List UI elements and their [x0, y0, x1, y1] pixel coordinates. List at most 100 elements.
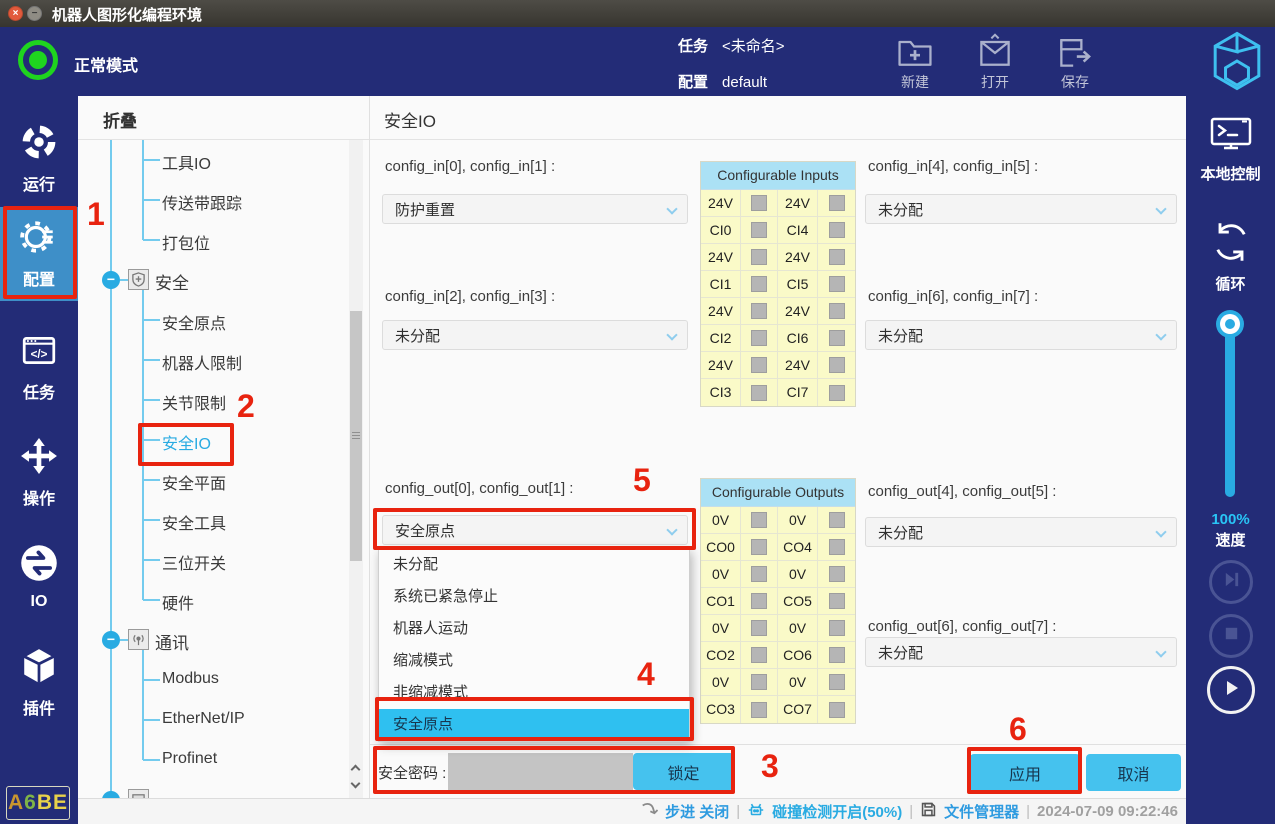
mode-status-icon: [18, 40, 58, 80]
new-task-button[interactable]: 新建: [883, 31, 947, 93]
config-in-67-dropdown[interactable]: 未分配: [865, 320, 1177, 350]
dropdown-option[interactable]: 安全原点: [379, 709, 689, 741]
io-state-button[interactable]: [751, 276, 767, 292]
config-in-01-dropdown[interactable]: 防护重置: [382, 194, 688, 224]
io-state-button[interactable]: [829, 276, 845, 292]
io-state-button[interactable]: [829, 593, 845, 609]
io-state-button[interactable]: [829, 674, 845, 690]
io-state-button[interactable]: [751, 385, 767, 401]
scrollbar-thumb[interactable]: [350, 311, 362, 561]
tree-item[interactable]: EtherNet/IP: [78, 700, 369, 740]
save-button[interactable]: 保存: [1043, 31, 1107, 93]
collapse-toggle-icon[interactable]: −: [102, 271, 120, 289]
io-state-button[interactable]: [751, 222, 767, 238]
tree-item[interactable]: 打包位: [78, 220, 369, 260]
io-state-button[interactable]: [829, 702, 845, 718]
local-control-button[interactable]: 本地控制: [1186, 116, 1275, 184]
tree-item[interactable]: 机器人限制: [78, 340, 369, 380]
password-input[interactable]: [448, 753, 633, 790]
io-state-button[interactable]: [751, 512, 767, 528]
io-state-button[interactable]: [751, 620, 767, 636]
tree-item-active[interactable]: 安全IO: [78, 420, 369, 460]
scrollbar-arrows[interactable]: [349, 760, 363, 796]
io-pin-label: 0V: [701, 561, 741, 587]
scroll-down-icon[interactable]: [351, 779, 361, 789]
sidebar-item-io[interactable]: IO: [0, 530, 78, 624]
sidebar-item-config[interactable]: 配置: [0, 207, 78, 301]
stop-button[interactable]: [1209, 614, 1253, 658]
io-pin-label: CO0: [701, 534, 741, 560]
io-state-button[interactable]: [829, 647, 845, 663]
dropdown-option[interactable]: 未分配: [379, 549, 689, 581]
io-state-button[interactable]: [829, 566, 845, 582]
tree-item[interactable]: −安全: [78, 260, 369, 300]
tree-item[interactable]: 工具IO: [78, 140, 369, 180]
io-state-button[interactable]: [751, 539, 767, 555]
io-state-button[interactable]: [829, 330, 845, 346]
io-state-button[interactable]: [829, 620, 845, 636]
sidebar-item-run[interactable]: 运行: [0, 112, 78, 206]
config-out-67-dropdown[interactable]: 未分配: [865, 637, 1177, 667]
dropdown-option[interactable]: 非缩减模式: [379, 677, 689, 709]
io-state-button[interactable]: [751, 195, 767, 211]
minimize-icon[interactable]: −: [27, 6, 42, 21]
file-manager-button[interactable]: 文件管理器: [944, 801, 1019, 822]
io-state-button[interactable]: [751, 593, 767, 609]
sidebar-item-plugin[interactable]: 插件: [0, 636, 78, 730]
apply-button[interactable]: 应用: [970, 754, 1080, 791]
io-state-button[interactable]: [751, 357, 767, 373]
speed-slider-handle[interactable]: [1216, 310, 1244, 338]
tree-item[interactable]: 硬件: [78, 580, 369, 620]
collapse-all-button[interactable]: 折叠: [103, 107, 137, 132]
collapse-toggle-icon[interactable]: −: [102, 791, 120, 798]
tree-item[interactable]: −: [78, 780, 369, 798]
skip-to-end-button[interactable]: [1209, 560, 1253, 604]
collapse-toggle-icon[interactable]: −: [102, 631, 120, 649]
tree-item[interactable]: 安全原点: [78, 300, 369, 340]
dropdown-option[interactable]: 机器人运动: [379, 613, 689, 645]
io-state-button[interactable]: [829, 303, 845, 319]
speed-slider-track[interactable]: [1225, 324, 1235, 497]
io-state-button[interactable]: [751, 702, 767, 718]
loop-button[interactable]: 循环: [1186, 220, 1275, 294]
io-state-button[interactable]: [829, 222, 845, 238]
config-out-01-dropdown[interactable]: 安全原点: [382, 515, 688, 545]
io-state-button[interactable]: [829, 385, 845, 401]
tree-item[interactable]: 安全平面: [78, 460, 369, 500]
tree-item[interactable]: 关节限制: [78, 380, 369, 420]
io-state-button[interactable]: [751, 674, 767, 690]
cancel-button[interactable]: 取消: [1086, 754, 1181, 791]
dropdown-option[interactable]: 缩减模式: [379, 645, 689, 677]
io-state-button[interactable]: [829, 357, 845, 373]
io-state-button[interactable]: [751, 330, 767, 346]
io-state-button[interactable]: [829, 512, 845, 528]
play-button[interactable]: [1207, 666, 1255, 714]
tree-item[interactable]: 三位开关: [78, 540, 369, 580]
io-state-button[interactable]: [751, 647, 767, 663]
collision-detection-status[interactable]: 碰撞检测开启(50%): [772, 801, 902, 822]
tree-item[interactable]: Modbus: [78, 660, 369, 700]
tree-item[interactable]: Profinet: [78, 740, 369, 780]
config-out-45-dropdown[interactable]: 未分配: [865, 517, 1177, 547]
scroll-up-icon[interactable]: [351, 765, 361, 775]
tree-item[interactable]: 安全工具: [78, 500, 369, 540]
sidebar-item-task[interactable]: </> 任务: [0, 320, 78, 414]
io-button-cell: [818, 325, 855, 351]
config-in-45-dropdown[interactable]: 未分配: [865, 194, 1177, 224]
config-in-23-dropdown[interactable]: 未分配: [382, 320, 688, 350]
tree-scrollbar[interactable]: [349, 140, 363, 798]
io-state-button[interactable]: [829, 539, 845, 555]
sidebar-item-operate[interactable]: 操作: [0, 426, 78, 520]
io-state-button[interactable]: [751, 303, 767, 319]
dropdown-option[interactable]: 系统已紧急停止: [379, 581, 689, 613]
io-state-button[interactable]: [829, 195, 845, 211]
open-task-button[interactable]: 打开: [963, 31, 1027, 93]
tree-item[interactable]: 传送带跟踪: [78, 180, 369, 220]
step-mode-status[interactable]: 步进 关闭: [665, 801, 729, 822]
io-state-button[interactable]: [829, 249, 845, 265]
io-state-button[interactable]: [751, 249, 767, 265]
lock-button[interactable]: 锁定: [633, 753, 734, 790]
close-icon[interactable]: ×: [8, 6, 23, 21]
tree-item[interactable]: −通讯: [78, 620, 369, 660]
io-state-button[interactable]: [751, 566, 767, 582]
